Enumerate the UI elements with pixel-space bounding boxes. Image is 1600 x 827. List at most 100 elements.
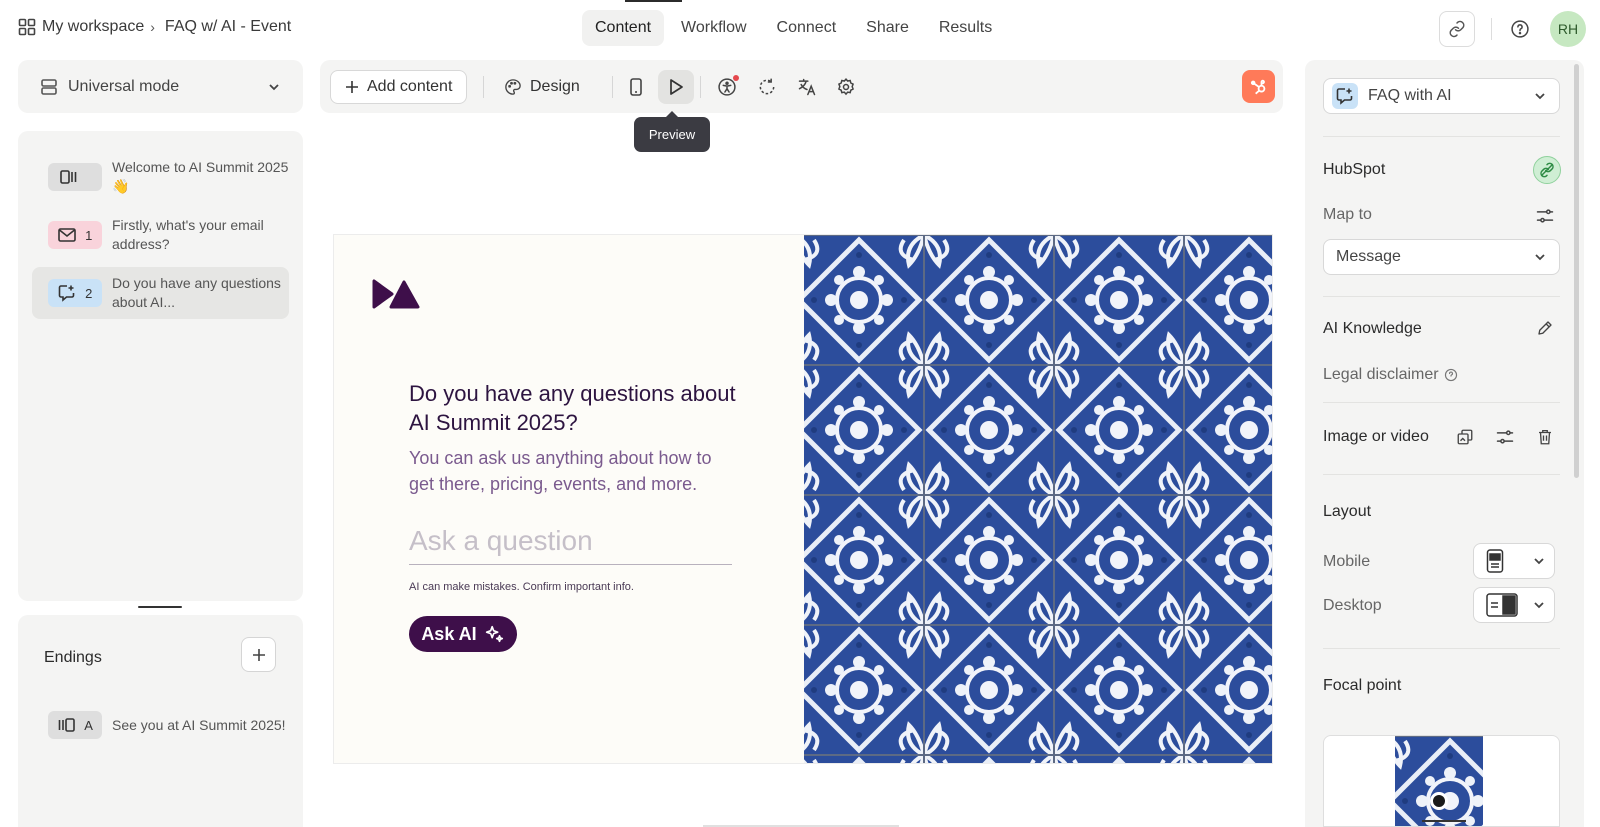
ai-chat-icon [1332,83,1358,109]
design-button[interactable]: Design [504,70,580,104]
media-settings-button[interactable] [1493,425,1517,449]
question-badge: 2 [48,279,102,307]
question-list: Welcome to AI Summit 2025 👋 1 Firstly, w… [18,131,303,601]
trash-icon [1539,429,1551,445]
loop-icon [759,78,775,95]
resize-handle[interactable] [138,606,182,608]
mobile-view-button[interactable] [618,70,654,104]
mobile-layout-select[interactable] [1473,543,1555,579]
translate-icon [798,78,816,96]
divider [1491,18,1492,40]
tab-connect[interactable]: Connect [764,10,850,46]
question-input[interactable]: Ask a question [409,521,732,565]
breadcrumb-form-title[interactable]: FAQ w/ AI - Event [165,18,291,36]
ai-chat-icon [58,285,74,302]
chevron-down-icon [1534,558,1544,565]
help-icon [1511,20,1529,38]
form-content: Do you have any questions about AI Summi… [334,235,804,763]
endings-panel: Endings A See you at AI Summit 2025! [18,615,303,827]
question-badge: 1 [48,221,102,249]
translate-button[interactable] [789,70,825,104]
focal-thumbnail [1395,736,1483,826]
mail-icon [57,228,76,242]
preview-button[interactable] [658,70,694,104]
map-settings-button[interactable] [1533,204,1557,228]
image-video-label: Image or video [1323,428,1429,445]
tab-share[interactable]: Share [853,10,922,46]
sliders-icon [1536,209,1554,223]
list-item-label: Welcome to AI Summit 2025 👋 [112,159,289,194]
welcome-screen-icon [60,170,77,184]
tab-workflow[interactable]: Workflow [668,10,760,46]
hubspot-button[interactable] [1242,70,1275,103]
delete-media-button[interactable] [1533,425,1557,449]
avatar[interactable]: RH [1550,11,1586,47]
settings-button[interactable] [828,70,864,104]
resize-handle[interactable] [1422,820,1466,822]
divider [1323,402,1560,403]
hubspot-connected-badge[interactable] [1533,156,1561,184]
mode-selector[interactable]: Universal mode [18,60,303,113]
ai-disclaimer: AI can make mistakes. Confirm important … [409,581,634,593]
active-tab-indicator [625,0,682,2]
tile-background-image [804,235,1272,763]
help-button[interactable] [1508,17,1532,41]
apps-grid-icon[interactable] [18,18,36,36]
plus-icon [252,648,265,661]
focal-point-label: Focal point [1323,677,1402,694]
list-item-label: See you at AI Summit 2025! [112,716,286,733]
accessibility-button[interactable] [709,70,745,104]
mobile-icon [630,78,642,96]
list-item-label: Do you have any questions about AI... [112,275,281,310]
map-field-select[interactable]: Message [1323,239,1560,275]
legal-disclaimer[interactable]: Legal disclaimer [1323,366,1458,384]
list-item[interactable]: Welcome to AI Summit 2025 👋 [32,151,289,203]
replace-media-button[interactable] [1453,425,1477,449]
logic-button[interactable] [749,70,785,104]
divider [700,76,701,98]
add-content-button[interactable]: Add content [330,70,468,104]
divider [483,76,484,98]
tab-results[interactable]: Results [926,10,1005,46]
hubspot-icon [1250,79,1265,94]
sparkle-icon [485,625,503,643]
list-item[interactable]: 1 Firstly, what's your email address? [32,209,289,261]
add-ending-button[interactable] [241,637,276,672]
endings-title: Endings [44,649,102,666]
desktop-layout-icon [1486,593,1518,617]
list-item[interactable]: A See you at AI Summit 2025! [32,699,289,751]
edit-knowledge-button[interactable] [1533,316,1557,340]
focal-point-handle[interactable] [1430,792,1448,810]
breadcrumb: My workspace › FAQ w/ AI - Event [18,18,291,36]
ask-ai-button[interactable]: Ask AI [409,616,517,652]
pencil-icon [1538,321,1552,335]
chevron-down-icon [1534,602,1544,609]
link-icon [1449,20,1465,38]
focal-point-picker[interactable] [1323,735,1560,827]
editor-toolbar: Add content Design [320,60,1283,113]
ending-badge: A [48,711,102,739]
block-type-select[interactable]: FAQ with AI [1323,78,1560,114]
brand-logo [372,279,420,309]
divider [612,76,613,98]
question-badge [48,163,102,191]
top-right-actions: RH [1439,11,1586,47]
question-description: You can ask us anything about how to get… [409,448,712,494]
image-swap-icon [1457,429,1473,445]
panel-scrollbar[interactable] [1574,64,1579,478]
desktop-layout-select[interactable] [1473,587,1555,623]
divider [1323,136,1560,137]
tab-content[interactable]: Content [582,10,665,46]
list-item[interactable]: 2 Do you have any questions about AI... [32,267,289,319]
chevron-right-icon: › [150,19,155,35]
chevron-down-icon [269,83,279,90]
palette-icon [505,79,521,95]
layout-label: Layout [1323,503,1372,520]
plus-icon [346,81,358,93]
list-item-label: Firstly, what's your email address? [112,217,264,252]
main-nav: Content Workflow Connect Share Results [582,10,1009,46]
sliders-icon [1496,430,1514,444]
breadcrumb-workspace[interactable]: My workspace [42,18,144,36]
form-preview-card: Do you have any questions about AI Summi… [333,234,1273,764]
copy-link-button[interactable] [1439,11,1475,47]
